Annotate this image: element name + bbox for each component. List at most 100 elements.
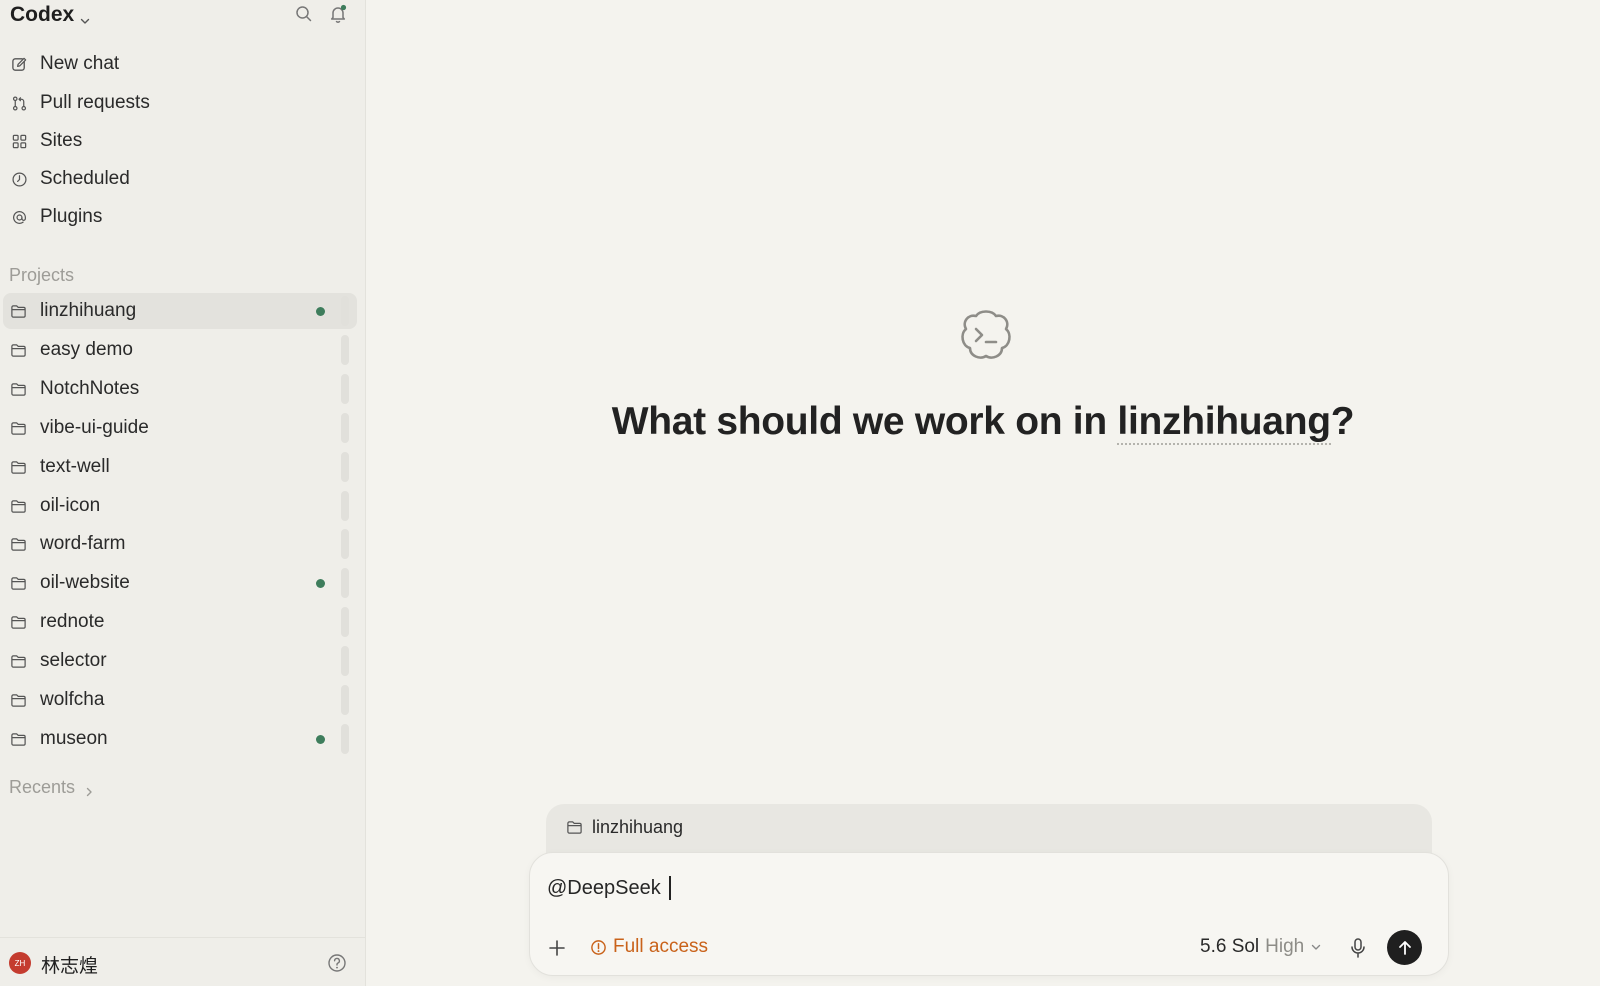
user-name[interactable]: 林志煌: [41, 951, 98, 978]
status-dot: [316, 307, 325, 316]
composer: @DeepSeek Full access 5.6 Sol High: [529, 852, 1449, 976]
grid-icon: [10, 132, 28, 150]
headline-prefix: What should we work on in: [611, 400, 1118, 443]
project-item[interactable]: text-well: [3, 449, 357, 485]
recents-label: Recents: [9, 777, 76, 797]
project-item[interactable]: vibe-ui-guide: [3, 410, 357, 446]
project-item[interactable]: oil-website: [3, 565, 357, 601]
help-icon[interactable]: [327, 953, 347, 973]
status-dot: [316, 579, 325, 588]
project-label: oil-icon: [40, 495, 101, 516]
project-label: museon: [40, 728, 108, 749]
workspace-switcher[interactable]: Codex: [10, 3, 91, 27]
project-row-handle: [341, 529, 349, 559]
project-item[interactable]: museon: [3, 721, 357, 757]
recents-toggle[interactable]: Recents: [9, 777, 95, 798]
avatar[interactable]: ZH: [9, 952, 31, 974]
project-label: oil-website: [40, 572, 130, 593]
project-label: word-farm: [40, 533, 126, 554]
folder-icon: [10, 302, 28, 320]
project-row-handle: [341, 335, 349, 365]
nav-scheduled[interactable]: Scheduled: [10, 161, 350, 197]
arrow-up-icon: [1398, 940, 1411, 955]
folder-icon: [10, 380, 28, 398]
folder-icon: [10, 419, 28, 437]
prompt-input-value: @DeepSeek: [547, 876, 661, 899]
nav-label: Sites: [40, 130, 83, 151]
model-selector[interactable]: 5.6 Sol High: [1200, 936, 1322, 958]
notification-bell-icon[interactable]: [328, 4, 348, 24]
nav-pull-requests[interactable]: Pull requests: [10, 85, 350, 121]
project-label: vibe-ui-guide: [40, 417, 149, 438]
project-label: linzhihuang: [40, 300, 137, 321]
nav-label: New chat: [40, 53, 120, 74]
add-attachment-button[interactable]: [546, 937, 568, 959]
sidebar: Codex New chat Pull requests Sites Sched…: [0, 0, 366, 986]
user-bar: ZH 林志煌: [0, 937, 366, 986]
project-item[interactable]: easy demo: [3, 332, 357, 368]
project-label: wolfcha: [40, 689, 105, 710]
avatar-initials: ZH: [14, 958, 26, 968]
chevron-down-icon: [1310, 941, 1322, 953]
project-label: text-well: [40, 456, 110, 477]
nav-sites[interactable]: Sites: [10, 123, 350, 159]
prompt-input[interactable]: @DeepSeek: [547, 873, 1407, 903]
project-item[interactable]: NotchNotes: [3, 371, 357, 407]
project-label: rednote: [40, 611, 105, 632]
project-row-handle: [341, 374, 349, 404]
projects-heading-label: Projects: [9, 265, 75, 285]
nav-label: Pull requests: [40, 92, 150, 113]
headline-project-link[interactable]: linzhihuang: [1117, 400, 1331, 445]
project-row-handle: [341, 491, 349, 521]
folder-icon: [10, 341, 28, 359]
project-item[interactable]: rednote: [3, 604, 357, 640]
folder-icon: [566, 819, 584, 837]
microphone-icon[interactable]: [1348, 937, 1368, 959]
nav-label: Plugins: [40, 206, 103, 227]
app-window: Codex New chat Pull requests Sites Sched…: [0, 0, 1600, 986]
codex-terminal-cloud-icon: [954, 304, 1018, 368]
nav-label: Scheduled: [40, 168, 130, 189]
context-project-label: linzhihuang: [592, 817, 684, 837]
model-name: 5.6 Sol: [1200, 936, 1260, 957]
pull-request-icon: [10, 94, 28, 112]
project-item[interactable]: selector: [3, 643, 357, 679]
folder-icon: [10, 458, 28, 476]
project-item[interactable]: oil-icon: [3, 488, 357, 524]
folder-icon: [10, 535, 28, 553]
nav-plugins[interactable]: Plugins: [10, 199, 350, 235]
nav-new-chat[interactable]: New chat: [10, 46, 350, 82]
edit-icon: [10, 55, 28, 73]
chevron-down-icon: [79, 9, 91, 24]
search-icon[interactable]: [294, 4, 314, 24]
sidebar-topbar: Codex: [0, 0, 366, 30]
folder-icon: [10, 497, 28, 515]
warning-circle-icon: [590, 939, 607, 956]
project-label: NotchNotes: [40, 378, 140, 399]
projects-heading: Projects: [9, 265, 74, 286]
page-title: What should we work on in linzhihuang?: [366, 400, 1600, 445]
folder-icon: [10, 652, 28, 670]
text-caret: [668, 876, 671, 900]
access-level-label: Full access: [613, 936, 709, 957]
project-item[interactable]: word-farm: [3, 526, 357, 562]
project-label: easy demo: [40, 339, 133, 360]
folder-icon: [10, 691, 28, 709]
project-row-handle: [341, 607, 349, 637]
headline-suffix: ?: [1330, 400, 1355, 443]
access-level-button[interactable]: Full access: [590, 936, 708, 958]
model-level: High: [1265, 936, 1305, 957]
app-title: Codex: [10, 3, 75, 26]
project-label: selector: [40, 650, 107, 671]
chevron-right-icon: [83, 782, 95, 796]
project-item[interactable]: linzhihuang: [3, 293, 357, 329]
project-item[interactable]: wolfcha: [3, 682, 357, 718]
project-row-handle: [341, 296, 349, 326]
folder-icon: [10, 574, 28, 592]
folder-icon: [10, 730, 28, 748]
status-dot: [316, 735, 325, 744]
send-button[interactable]: [1387, 930, 1422, 965]
clock-icon: [10, 170, 28, 188]
project-row-handle: [341, 452, 349, 482]
at-icon: [10, 208, 28, 226]
